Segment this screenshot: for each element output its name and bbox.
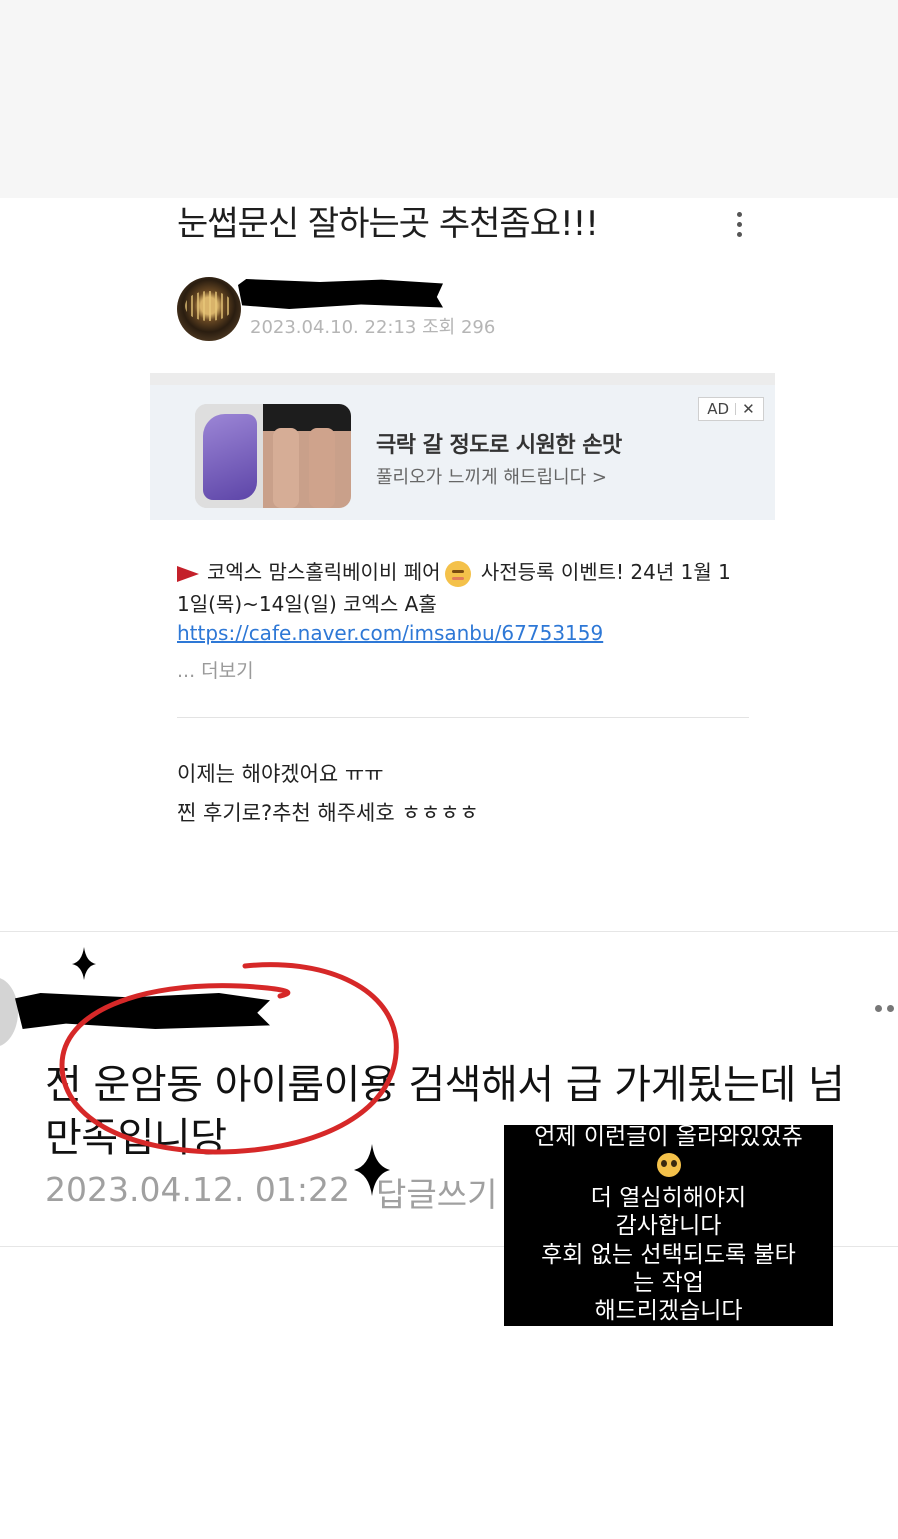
reply-button[interactable]: 답글쓰기 (376, 1168, 497, 1216)
more-horizontal-icon[interactable] (875, 1005, 898, 1015)
post-body-line-2: 찐 후기로?추천 해주세호 ㅎㅎㅎㅎ (177, 801, 479, 825)
author-name-redaction (238, 279, 443, 309)
sparkle-icon (72, 947, 96, 980)
more-vertical-icon[interactable] (726, 206, 752, 242)
top-bar (0, 0, 898, 198)
divider (0, 931, 898, 932)
story-text-overlay: 언제 이런글이 올라와있었츄 더 열심히해야지 감사합니다 후회 없는 선택되도… (504, 1125, 833, 1326)
author-avatar[interactable] (177, 277, 241, 341)
legs-image (263, 404, 351, 508)
post-body-line-1: 이제는 해야겠어요 ㅠㅠ (177, 762, 384, 786)
overlay-line: 해드리겠습니다 (594, 1298, 743, 1324)
commenter-avatar[interactable] (0, 977, 18, 1047)
close-icon[interactable]: ✕ (742, 400, 755, 418)
ad-label: AD (707, 400, 730, 418)
baby-emoji-icon (444, 560, 471, 587)
comment-text-line-1: 전 운암동 아이룸이용 검색해서 급 가게됬는데 넘 (45, 1062, 845, 1108)
massager-image (195, 404, 263, 508)
ad-subtitle[interactable]: 풀리오가 느끼게 해드립니다 > (376, 463, 607, 489)
overlay-line: 언제 이런글이 올라와있었츄 (534, 1125, 803, 1150)
notice-text-a: 코엑스 맘스홀릭베이비 페어 (207, 560, 441, 584)
comment-date: 2023.04.12. 01:22 (45, 1170, 351, 1209)
commenter-name-redaction (15, 993, 270, 1029)
ad-badge-separator (735, 403, 737, 415)
notice-link[interactable]: https://cafe.naver.com/imsanbu/67753159 (177, 621, 603, 645)
notice-line-1: 코엑스 맘스홀릭베이비 페어 사전등록 이벤트! 24년 1월 1 (177, 556, 731, 587)
ad-title[interactable]: 극락 갈 정도로 시원한 손맛 (376, 427, 622, 459)
notice-line-2: 1일(목)~14일(일) 코엑스 A홀 (177, 592, 437, 616)
flag-icon (177, 565, 199, 582)
more-link[interactable]: ... 더보기 (177, 656, 254, 683)
post-title: 눈썹문신 잘하는곳 추천좀요!!! (177, 204, 599, 244)
divider (177, 717, 749, 718)
comment-text-line-2: 만족입니당 (45, 1115, 227, 1161)
ad-separator (150, 373, 775, 385)
ad-badge[interactable]: AD ✕ (698, 397, 764, 421)
pleading-emoji-icon (656, 1153, 681, 1177)
ad-image[interactable] (195, 404, 351, 508)
notice-text-b: 사전등록 이벤트! 24년 1월 1 (480, 560, 731, 584)
post-meta: 2023.04.10. 22:13 조회 296 (250, 317, 496, 338)
